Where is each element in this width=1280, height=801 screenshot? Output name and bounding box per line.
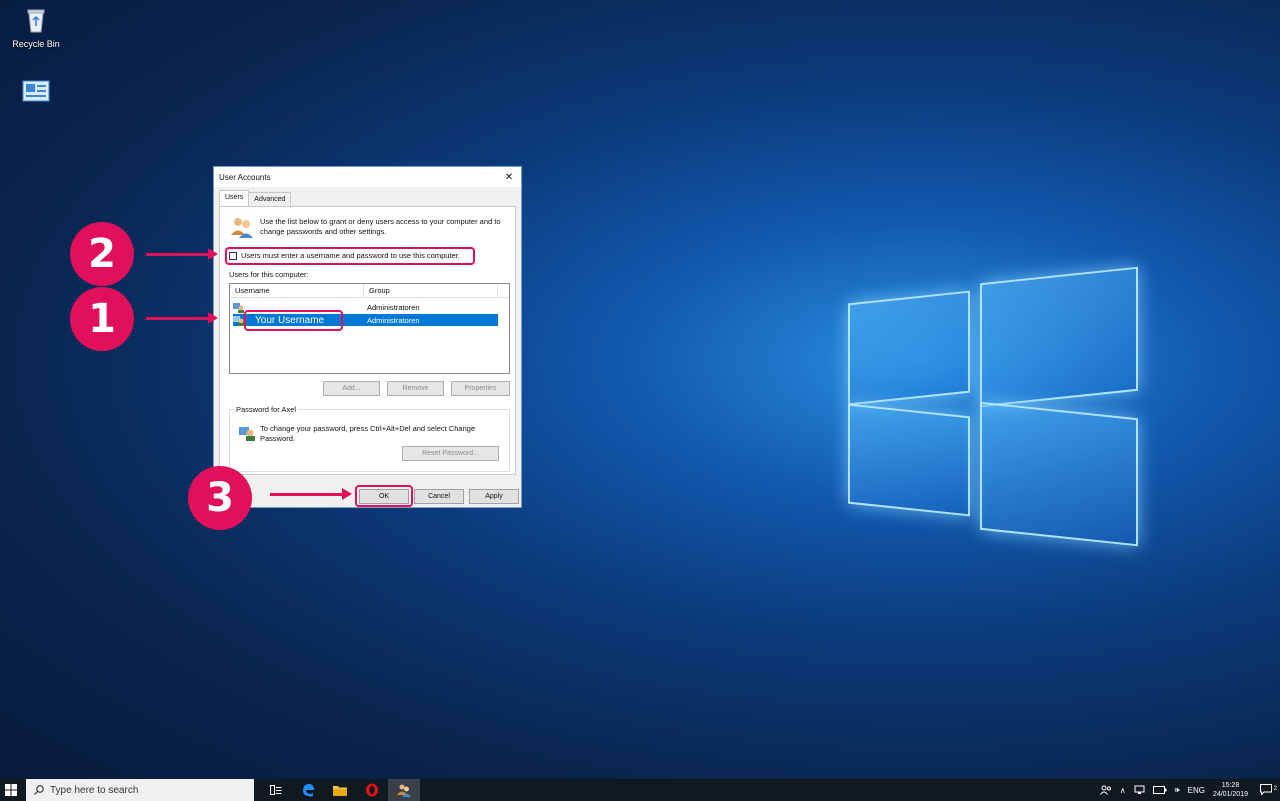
annotation-arrow-3: [270, 488, 352, 500]
user-accounts-taskbar-button[interactable]: [388, 779, 420, 801]
users-icon: [231, 218, 253, 238]
task-view-icon: [270, 785, 282, 795]
edge-taskbar-button[interactable]: [292, 779, 324, 801]
dialog-titlebar[interactable]: User Accounts ✕: [214, 167, 521, 187]
recycle-bin-desktop-icon[interactable]: Recycle Bin: [8, 6, 64, 49]
network-icon[interactable]: [1134, 785, 1145, 795]
folder-icon: [333, 786, 347, 796]
close-icon[interactable]: ✕: [501, 172, 517, 183]
highlight-require-login: [225, 247, 475, 265]
opera-icon: [366, 783, 378, 797]
battery-icon[interactable]: [1152, 786, 1167, 794]
highlight-username: [244, 310, 343, 331]
column-group[interactable]: Group: [364, 284, 498, 297]
recycle-bin-label: Recycle Bin: [12, 39, 60, 49]
people-icon[interactable]: [1099, 785, 1112, 795]
reset-password-button[interactable]: Reset Password...: [402, 446, 499, 461]
notification-count: 2: [1273, 785, 1277, 792]
annotation-arrow-2: [146, 248, 218, 260]
password-group: Password for Axel To change your passwor…: [229, 405, 510, 472]
search-icon: [34, 785, 44, 795]
clock-time: 15:28: [1221, 782, 1240, 789]
user-icon: [233, 302, 244, 313]
add-user-button[interactable]: Add...: [323, 381, 380, 396]
user-accounts-dialog: User Accounts ✕ Users Advanced Use the l…: [213, 166, 522, 508]
clock-date: 24/01/2019: [1212, 791, 1248, 798]
search-placeholder: Type here to search: [50, 784, 139, 796]
users-list-header: Username Group: [230, 284, 509, 298]
password-group-label: Password for Axel: [234, 405, 299, 414]
control-panel-desktop-icon[interactable]: [8, 80, 64, 107]
user-group: Administratoren: [367, 315, 420, 325]
task-view-button[interactable]: [260, 779, 292, 801]
apply-button[interactable]: Apply: [469, 489, 519, 504]
user-group: Administratoren: [367, 302, 420, 312]
notification-icon: [1260, 783, 1272, 796]
highlight-ok: [355, 485, 413, 507]
properties-button[interactable]: Properties: [451, 381, 510, 396]
password-text: To change your password, press Ctrl+Alt+…: [260, 424, 476, 443]
chevron-up-icon[interactable]: ∧: [1120, 786, 1126, 795]
windows-start-icon: [5, 784, 17, 796]
remove-user-button[interactable]: Remove: [387, 381, 444, 396]
opera-taskbar-button[interactable]: [356, 779, 388, 801]
dialog-title: User Accounts: [219, 172, 271, 182]
control-panel-icon: [22, 80, 50, 102]
annotation-badge-2: 2: [70, 222, 134, 286]
clock[interactable]: 15:28 24/01/2019: [1213, 781, 1248, 799]
tab-advanced[interactable]: Advanced: [248, 192, 292, 206]
taskbar: Type here to search ∧ 🕪 ENG 15:28 24/01/…: [0, 779, 1280, 801]
users-icon: [397, 784, 411, 797]
user-password-icon: [239, 427, 255, 441]
file-explorer-taskbar-button[interactable]: [324, 779, 356, 801]
annotation-badge-1: 1: [70, 287, 134, 351]
users-tab-panel: Use the list below to grant or deny user…: [219, 206, 516, 475]
intro-text: Use the list below to grant or deny user…: [260, 217, 501, 236]
annotation-arrow-1: [146, 312, 218, 324]
annotation-badge-3: 3: [188, 466, 252, 530]
edge-icon: [303, 784, 314, 797]
user-icon: [233, 315, 244, 326]
system-tray: ∧ 🕪 ENG 15:28 24/01/2019 2: [1099, 781, 1280, 799]
recycle-bin-icon: [27, 9, 45, 33]
volume-icon[interactable]: 🕪: [1175, 785, 1180, 795]
windows-logo-wallpaper: [830, 255, 1150, 565]
taskbar-search-box[interactable]: Type here to search: [26, 779, 254, 801]
start-button[interactable]: [0, 779, 22, 801]
dialog-tabs: Users Advanced: [219, 190, 292, 206]
column-username[interactable]: Username: [230, 284, 364, 297]
action-center-button[interactable]: 2: [1260, 783, 1277, 797]
cancel-button[interactable]: Cancel: [414, 489, 464, 504]
tab-users[interactable]: Users: [219, 190, 250, 206]
list-buttons: Add... Remove Properties: [323, 381, 510, 396]
language-indicator[interactable]: ENG: [1188, 786, 1205, 795]
users-list-label: Users for this computer:: [229, 270, 309, 279]
